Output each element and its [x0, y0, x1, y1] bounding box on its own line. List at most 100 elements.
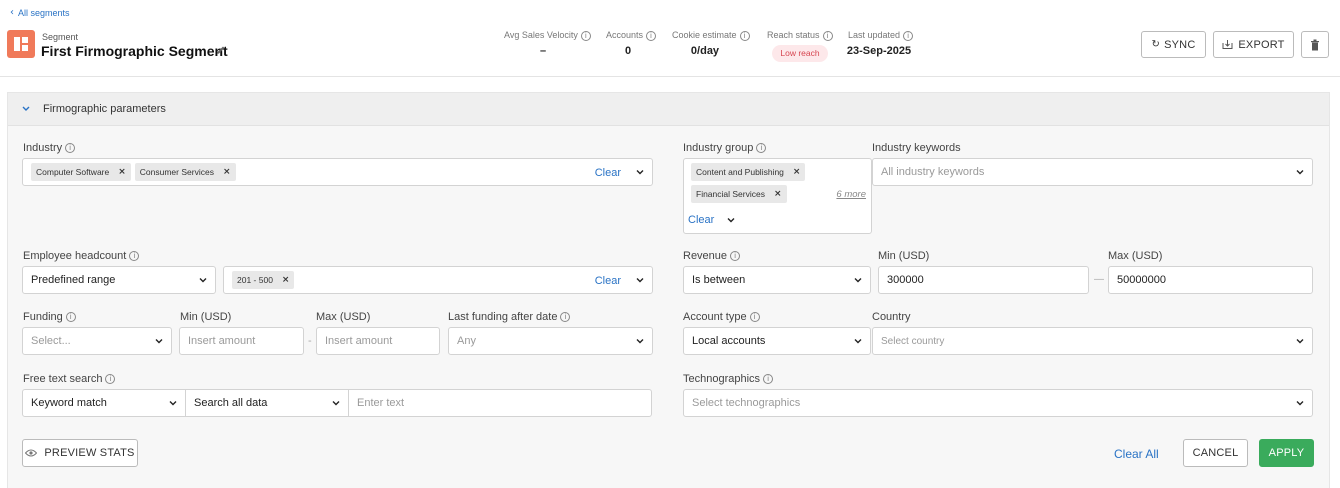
industry-group-clear-link[interactable]: Clear: [688, 214, 714, 226]
industry-clear-link[interactable]: Clear: [595, 167, 621, 179]
industry-label: Industry i: [23, 142, 76, 154]
chevron-down-icon: [22, 106, 30, 112]
info-icon[interactable]: i: [763, 374, 774, 385]
page-title: First Firmographic Segment: [41, 43, 228, 59]
remove-chip-icon[interactable]: ×: [282, 275, 290, 285]
funding-min-input[interactable]: Insert amount: [179, 327, 304, 355]
stat-avg-sales-velocity: Avg Sales Velocity i –: [504, 30, 592, 57]
apply-button[interactable]: APPLY: [1259, 439, 1314, 467]
chevron-left-icon: ‹: [10, 7, 14, 18]
revenue-max-value: 50000000: [1117, 274, 1166, 286]
back-link[interactable]: ‹ All segments: [10, 7, 70, 18]
headcount-clear-link[interactable]: Clear: [595, 275, 621, 287]
country-label: Country: [872, 311, 911, 323]
keyword-match-select[interactable]: Keyword match: [22, 389, 186, 417]
info-icon[interactable]: i: [646, 30, 657, 41]
industry-group-select[interactable]: Content and Publishing × Financial Servic…: [683, 158, 872, 234]
info-icon[interactable]: i: [129, 251, 140, 262]
chevron-down-icon: [854, 339, 862, 344]
remove-chip-icon[interactable]: ×: [774, 189, 782, 199]
headcount-range-select[interactable]: 201 - 500 × Clear: [223, 266, 653, 294]
chevron-down-icon: [199, 278, 207, 283]
export-icon: [1222, 39, 1233, 50]
sync-button[interactable]: ↻ SYNC: [1141, 31, 1206, 58]
info-icon[interactable]: i: [730, 251, 741, 262]
remove-chip-icon[interactable]: ×: [118, 167, 126, 177]
revenue-min-value: 300000: [887, 274, 924, 286]
edit-pencil-icon[interactable]: [215, 44, 227, 56]
headcount-label: Employee headcount i: [23, 250, 140, 262]
industry-select[interactable]: Computer Software × Consumer Services × Cl…: [22, 158, 653, 186]
range-dash: -: [308, 335, 312, 347]
stat-label: Cookie estimate: [672, 30, 737, 40]
preview-stats-label: PREVIEW STATS: [44, 447, 135, 459]
remove-chip-icon[interactable]: ×: [793, 167, 801, 177]
chevron-down-icon[interactable]: [727, 216, 735, 224]
stat-label: Avg Sales Velocity: [504, 30, 578, 40]
technographics-label: Technographics i: [683, 373, 774, 385]
info-icon[interactable]: i: [580, 30, 591, 41]
revenue-mode-select[interactable]: Is between: [683, 266, 871, 294]
info-icon[interactable]: i: [756, 143, 767, 154]
search-scope-select[interactable]: Search all data: [185, 389, 349, 417]
technographics-select[interactable]: Select technographics: [683, 389, 1313, 417]
funding-max-input[interactable]: Insert amount: [316, 327, 440, 355]
account-type-value: Local accounts: [692, 335, 766, 347]
info-icon[interactable]: i: [105, 374, 116, 385]
account-type-select[interactable]: Local accounts: [683, 327, 871, 355]
chevron-down-icon: [854, 278, 862, 283]
sync-icon: ↻: [1151, 39, 1161, 50]
industry-group-label: Industry group i: [683, 142, 767, 154]
funding-max-label: Max (USD): [316, 311, 371, 323]
free-text-label: Free text search i: [23, 373, 116, 385]
free-text-input[interactable]: Enter text: [348, 389, 652, 417]
technographics-placeholder: Select technographics: [692, 397, 801, 409]
range-dash: —: [1094, 274, 1104, 285]
chevron-down-icon[interactable]: [636, 276, 644, 284]
funding-min-label: Min (USD): [180, 311, 232, 323]
header-divider: [0, 76, 1340, 77]
industry-keywords-placeholder: All industry keywords: [881, 166, 985, 178]
funding-label: Funding i: [23, 311, 76, 323]
cancel-button[interactable]: CANCEL: [1183, 439, 1248, 467]
funding-select[interactable]: Select...: [22, 327, 172, 355]
free-text-placeholder: Enter text: [357, 397, 405, 409]
chevron-down-icon: [169, 401, 177, 406]
revenue-min-input[interactable]: 300000: [878, 266, 1089, 294]
more-chips-link[interactable]: 6 more: [836, 189, 866, 200]
info-icon[interactable]: i: [65, 312, 76, 323]
last-funding-value: Any: [457, 335, 476, 347]
info-icon[interactable]: i: [739, 30, 750, 41]
info-icon[interactable]: i: [903, 30, 914, 41]
revenue-max-input[interactable]: 50000000: [1108, 266, 1313, 294]
panel-header[interactable]: Firmographic parameters: [8, 93, 1329, 126]
chevron-down-icon[interactable]: [636, 168, 644, 176]
last-funding-select[interactable]: Any: [448, 327, 653, 355]
keyword-match-value: Keyword match: [31, 397, 107, 409]
stat-accounts: Accounts i 0: [606, 30, 658, 57]
cancel-button-label: CANCEL: [1192, 447, 1239, 459]
trash-icon: [1310, 39, 1320, 51]
last-funding-label: Last funding after date i: [448, 311, 571, 323]
chevron-down-icon: [1296, 170, 1304, 175]
industry-group-chip: Financial Services ×: [691, 185, 787, 203]
remove-chip-icon[interactable]: ×: [223, 167, 231, 177]
delete-button[interactable]: [1301, 31, 1329, 58]
info-icon[interactable]: i: [822, 30, 833, 41]
funding-placeholder: Select...: [31, 335, 71, 347]
panel-title: Firmographic parameters: [43, 103, 166, 115]
info-icon[interactable]: i: [560, 312, 571, 323]
revenue-min-label: Min (USD): [878, 250, 930, 262]
search-scope-value: Search all data: [194, 397, 268, 409]
info-icon[interactable]: i: [749, 312, 760, 323]
country-select[interactable]: Select country: [872, 327, 1313, 355]
clear-all-link[interactable]: Clear All: [1114, 447, 1159, 461]
account-type-label: Account type i: [683, 311, 760, 323]
headcount-mode-select[interactable]: Predefined range: [22, 266, 216, 294]
export-button[interactable]: EXPORT: [1213, 31, 1294, 58]
industry-keywords-select[interactable]: All industry keywords: [872, 158, 1313, 186]
info-icon[interactable]: i: [65, 143, 76, 154]
preview-stats-button[interactable]: PREVIEW STATS: [22, 439, 138, 467]
stat-value: 0/day: [690, 44, 720, 57]
industry-group-chip: Content and Publishing ×: [691, 163, 806, 181]
